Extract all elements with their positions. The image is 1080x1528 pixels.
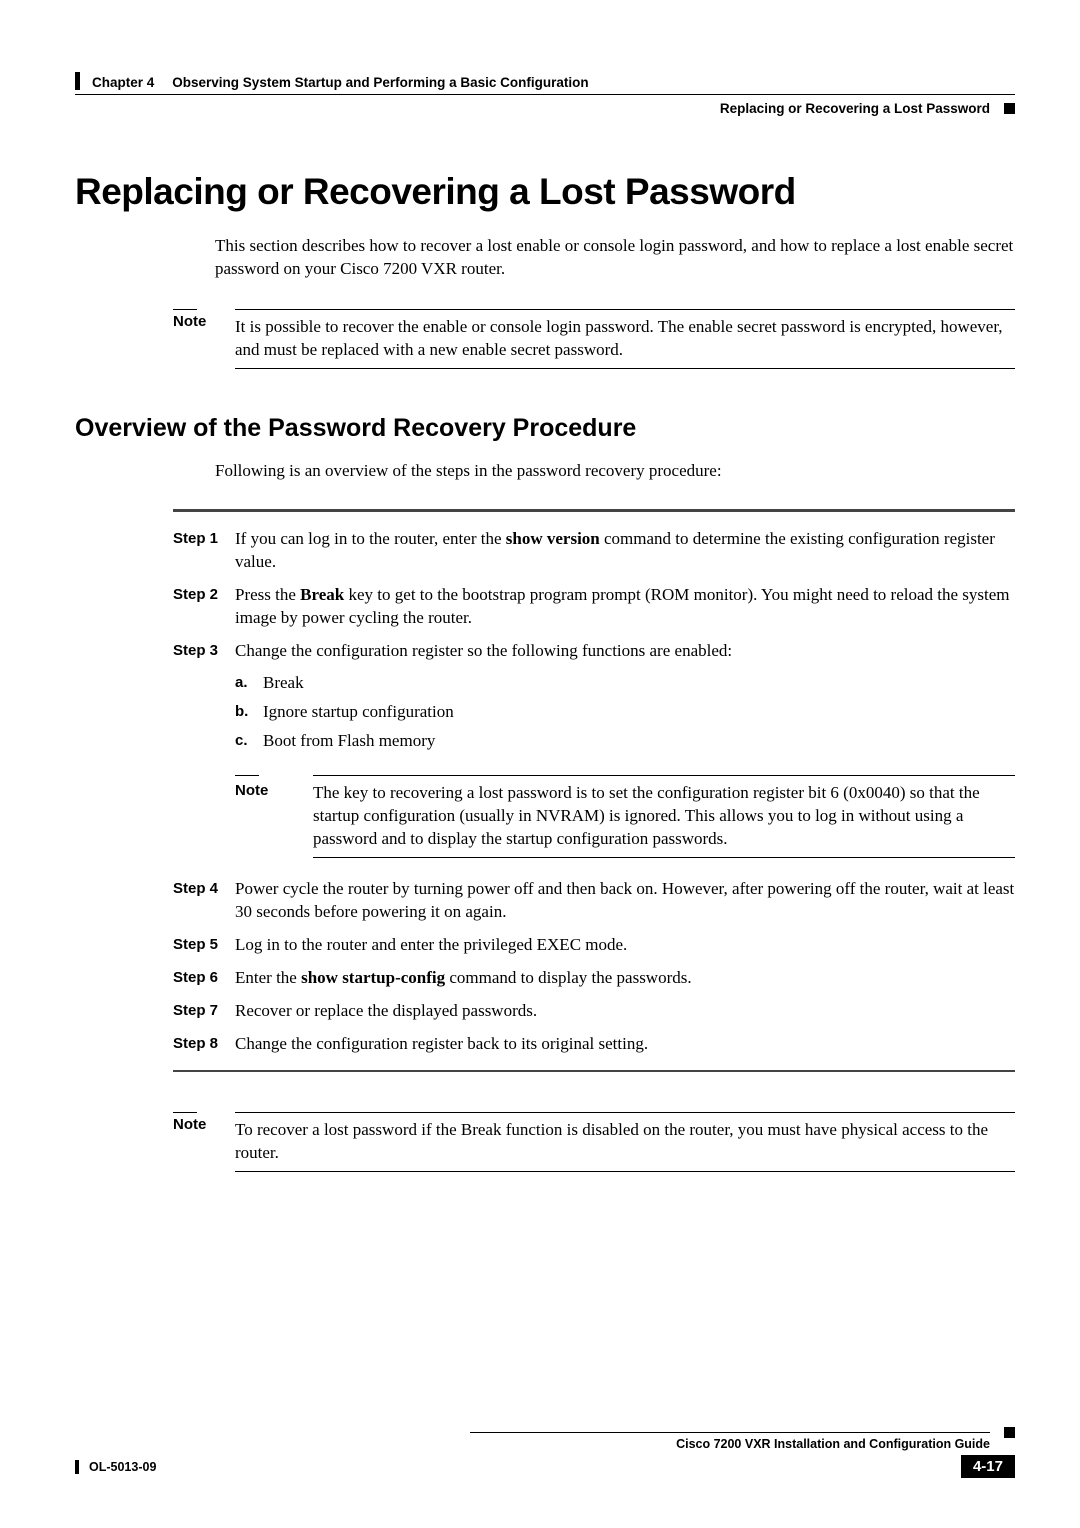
note-label: Note — [173, 313, 206, 330]
note-top-rule-icon — [313, 775, 1015, 776]
note-label: Note — [173, 1116, 206, 1133]
sub-letter: a. — [235, 672, 263, 695]
step-body: Change the configuration register so the… — [235, 640, 1015, 869]
step-body: Recover or replace the displayed passwor… — [235, 1000, 1015, 1023]
page-title: Replacing or Recovering a Lost Password — [75, 171, 1015, 213]
step-pre-text: Enter the — [235, 968, 301, 987]
footer-rule-icon — [470, 1432, 990, 1433]
step-bold-text: show startup-config — [301, 968, 445, 987]
step-row: Step 4 Power cycle the router by turning… — [173, 878, 1015, 924]
step-label: Step 7 — [173, 1000, 235, 1023]
step-row: Step 6 Enter the show startup-config com… — [173, 967, 1015, 990]
note-label: Note — [235, 782, 268, 799]
step-row: Step 3 Change the configuration register… — [173, 640, 1015, 869]
note-body: To recover a lost password if the Break … — [235, 1119, 1015, 1165]
note-bottom-rule-icon — [235, 1171, 1015, 1172]
sub-letter: c. — [235, 730, 263, 753]
document-page: Chapter 4 Observing System Startup and P… — [0, 0, 1080, 1528]
note-block-2: Note To recover a lost password if the B… — [173, 1112, 1015, 1172]
header-chapter-title: Observing System Startup and Performing … — [172, 75, 588, 90]
overview-lead: Following is an overview of the steps in… — [215, 461, 1015, 481]
footer-square-icon — [1004, 1427, 1015, 1438]
step-pre-text: Press the — [235, 585, 300, 604]
step-post-text: command to display the passwords. — [445, 968, 691, 987]
sub-list: a. Break b. Ignore startup configuration… — [235, 672, 1015, 753]
step-row: Step 8 Change the configuration register… — [173, 1033, 1015, 1056]
note-bottom-rule-icon — [235, 368, 1015, 369]
step-label: Step 1 — [173, 528, 235, 574]
step-body: Power cycle the router by turning power … — [235, 878, 1015, 924]
sub-body: Break — [263, 672, 1015, 695]
header-right: Replacing or Recovering a Lost Password — [75, 101, 1015, 116]
step-row: Step 1 If you can log in to the router, … — [173, 528, 1015, 574]
step-body: Log in to the router and enter the privi… — [235, 934, 1015, 957]
step-pre-text: If you can log in to the router, enter t… — [235, 529, 506, 548]
section-title: Overview of the Password Recovery Proced… — [75, 414, 1015, 443]
sub-item: a. Break — [235, 672, 1015, 695]
step-label: Step 4 — [173, 878, 235, 924]
step-label: Step 5 — [173, 934, 235, 957]
step-label: Step 2 — [173, 584, 235, 630]
step-label: Step 6 — [173, 967, 235, 990]
step-body: Enter the show startup-config command to… — [235, 967, 1015, 990]
note-top-rule-icon — [235, 1112, 1015, 1113]
footer-doc-id: OL-5013-09 — [89, 1460, 156, 1474]
step-label: Step 3 — [173, 640, 235, 869]
step-row: Step 5 Log in to the router and enter th… — [173, 934, 1015, 957]
step-row: Step 2 Press the Break key to get to the… — [173, 584, 1015, 630]
steps-bottom-rule-icon — [173, 1070, 1015, 1072]
sub-item: c. Boot from Flash memory — [235, 730, 1015, 753]
footer-guide: Cisco 7200 VXR Installation and Configur… — [470, 1437, 990, 1451]
note-top-rule-icon — [235, 309, 1015, 310]
header-left-marker-icon — [75, 72, 80, 90]
step-body: Change the configuration register back t… — [235, 1033, 1015, 1056]
step-bold-text: Break — [300, 585, 344, 604]
header-section: Replacing or Recovering a Lost Password — [720, 101, 990, 116]
sub-letter: b. — [235, 701, 263, 724]
step-body: Press the Break key to get to the bootst… — [235, 584, 1015, 630]
step-label: Step 8 — [173, 1033, 235, 1056]
page-number: 4-17 — [961, 1455, 1015, 1478]
intro-paragraph: This section describes how to recover a … — [215, 235, 1015, 281]
step-pre-text: Change the configuration register so the… — [235, 641, 732, 660]
header-chapter: Chapter 4 — [92, 75, 154, 90]
step-bold-text: show version — [506, 529, 600, 548]
page-footer: Cisco 7200 VXR Installation and Configur… — [75, 1432, 1015, 1478]
steps-top-rule-icon — [173, 509, 1015, 512]
note-rule-icon — [235, 775, 259, 776]
header-bar: Chapter 4 Observing System Startup and P… — [75, 72, 1015, 95]
sub-body: Ignore startup configuration — [263, 701, 1015, 724]
header-square-icon — [1004, 103, 1015, 114]
note-bottom-rule-icon — [313, 857, 1015, 858]
sub-item: b. Ignore startup configuration — [235, 701, 1015, 724]
step-post-text: key to get to the bootstrap program prom… — [235, 585, 1010, 627]
footer-doc-id-group: OL-5013-09 — [75, 1460, 156, 1474]
note-body: The key to recovering a lost password is… — [313, 782, 1015, 851]
note-block-inner: Note The key to recovering a lost passwo… — [235, 775, 1015, 858]
note-rule-icon — [173, 309, 197, 310]
note-body: It is possible to recover the enable or … — [235, 316, 1015, 362]
step-body: If you can log in to the router, enter t… — [235, 528, 1015, 574]
note-block-1: Note It is possible to recover the enabl… — [173, 309, 1015, 369]
footer-bar-icon — [75, 1460, 79, 1474]
sub-body: Boot from Flash memory — [263, 730, 1015, 753]
step-row: Step 7 Recover or replace the displayed … — [173, 1000, 1015, 1023]
note-rule-icon — [173, 1112, 197, 1113]
